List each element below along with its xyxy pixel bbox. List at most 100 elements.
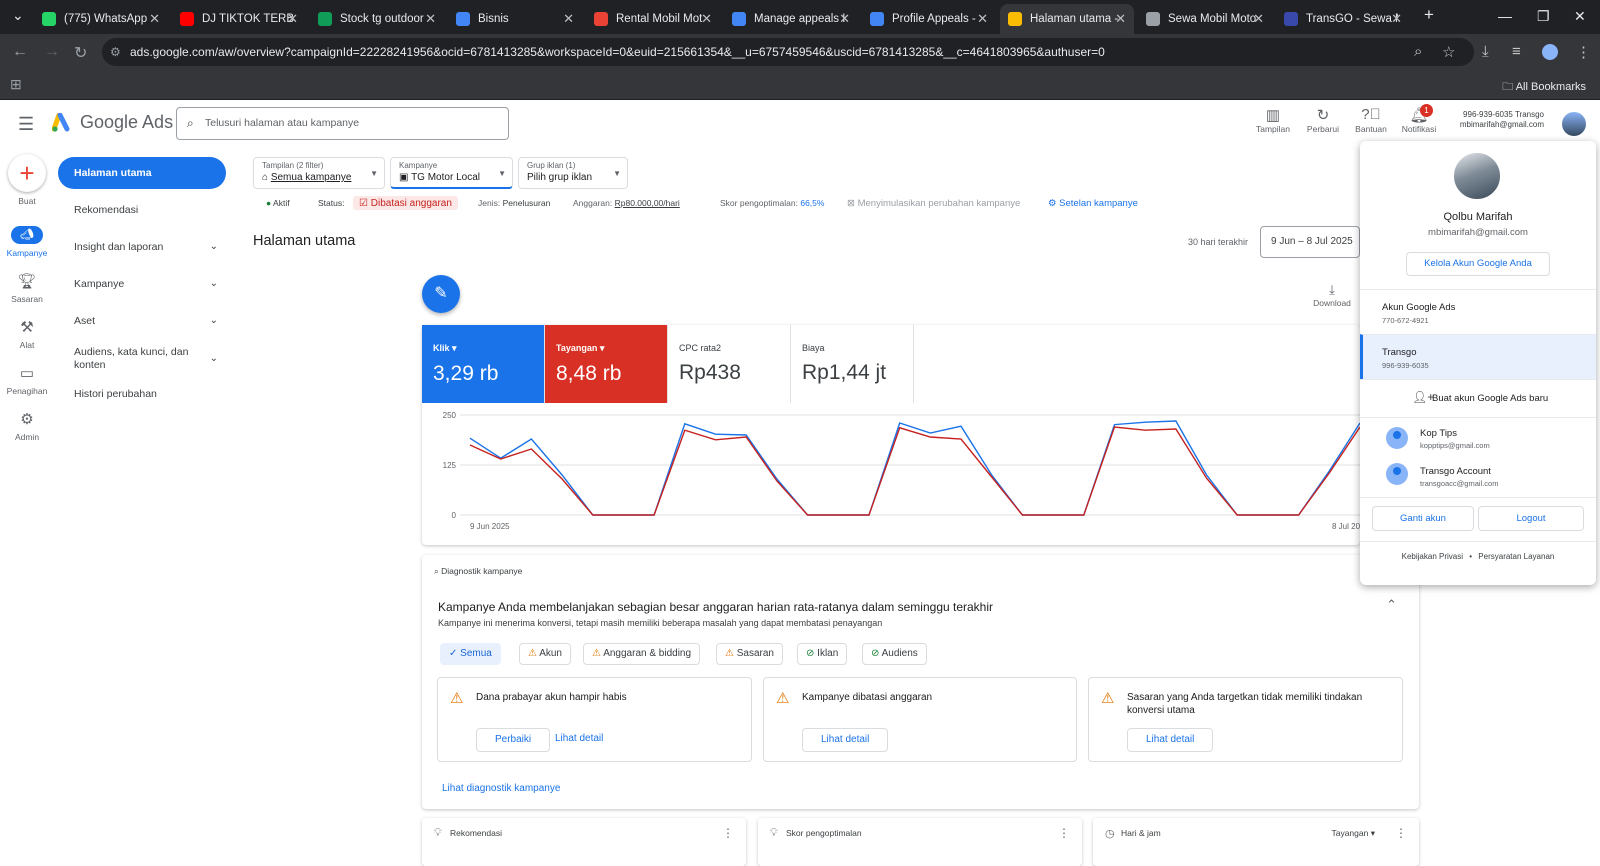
help-button[interactable]: ?⃝ Bantuan	[1346, 106, 1396, 134]
notifications-button[interactable]: 🔔︎ 1 Notifikasi	[1394, 104, 1444, 134]
minimize-icon[interactable]: —	[1498, 8, 1512, 24]
browser-tab[interactable]: (775) WhatsApp ✕	[34, 4, 168, 34]
user-row-kop-tips[interactable]: Kop Tips kopptips@gmail.com	[1360, 417, 1596, 457]
chip-ads[interactable]: ⊘ Iklan	[797, 643, 848, 665]
rail-item-tools[interactable]: ⚒ Alat	[0, 318, 54, 350]
adgroup-filter[interactable]: Grup iklan (1) Pilih grup iklan ▼	[518, 157, 628, 189]
create-button[interactable]: +	[8, 154, 46, 192]
view-diagnostics-link[interactable]: Lihat diagnostik kampanye	[442, 783, 560, 794]
view-detail-button[interactable]: Lihat detail	[1127, 728, 1214, 752]
tab-close-icon[interactable]: ✕	[839, 11, 850, 27]
menu-icon[interactable]: ☰	[18, 114, 34, 135]
browser-tab[interactable]: Rental Mobil Mot ✕	[586, 4, 720, 34]
browser-tab[interactable]: Profile Appeals - ✕	[862, 4, 996, 34]
nav-item-campaigns[interactable]: Kampanye ⌄	[58, 278, 226, 290]
browser-tab[interactable]: Stock tg outdoor ✕	[310, 4, 444, 34]
reload-icon[interactable]: ↻	[74, 43, 87, 63]
profile-icon[interactable]	[1542, 44, 1558, 60]
tab-close-icon[interactable]: ✕	[1253, 11, 1264, 27]
metric-clicks[interactable]: Klik ▾ 3,29 rb	[422, 325, 545, 403]
user-row-transgo-account[interactable]: Transgo Account transgoacc@gmail.com	[1360, 457, 1596, 495]
account-row-transgo[interactable]: Transgo 996-939-6035	[1360, 334, 1596, 379]
bookmark-star-icon[interactable]: ☆	[1442, 43, 1455, 61]
terms-link[interactable]: Persyaratan Layanan	[1478, 552, 1554, 561]
download-button[interactable]: ⤓ Download	[1310, 282, 1354, 308]
tab-close-icon[interactable]: ✕	[563, 11, 574, 27]
nav-item-assets[interactable]: Aset ⌄	[58, 315, 226, 327]
metric-cpc[interactable]: CPC rata2 Rp438	[668, 325, 791, 403]
view-detail-button[interactable]: Lihat detail	[802, 728, 889, 752]
kebab-menu-icon[interactable]: ⋮	[1058, 826, 1070, 840]
kebab-menu-icon[interactable]: ⋮	[1395, 826, 1407, 840]
restore-icon[interactable]: ❐	[1537, 8, 1550, 25]
all-bookmarks[interactable]: 🗀 All Bookmarks	[1502, 78, 1586, 97]
browser-tab[interactable]: Manage appeals I ✕	[724, 4, 858, 34]
kebab-menu-icon[interactable]: ⋮	[722, 826, 734, 840]
privacy-link[interactable]: Kebijakan Privasi	[1402, 552, 1463, 561]
tab-close-icon[interactable]: ✕	[149, 11, 160, 27]
campaign-filter[interactable]: Kampanye ▣ TG Motor Local ▼	[390, 157, 513, 189]
account-info[interactable]: 996-939-6035 Transgo mbimarifah@gmail.co…	[1460, 110, 1544, 130]
browser-tab[interactable]: DJ TIKTOK TERBAI✕	[172, 4, 306, 34]
browser-tab[interactable]: Halaman utama - ✕	[1000, 4, 1134, 34]
avatar[interactable]	[1562, 112, 1586, 136]
metric-dropdown[interactable]: Tayangan ▾	[1331, 828, 1375, 839]
tab-close-icon[interactable]: ✕	[701, 11, 712, 27]
campaign-settings-link[interactable]: ⚙ Setelan kampanye	[1048, 198, 1138, 212]
opt-score[interactable]: Skor pengoptimalan: 66,5%	[720, 198, 824, 212]
nav-item-audiences[interactable]: Audiens, kata kunci, dan konten ⌄	[58, 346, 226, 372]
back-icon[interactable]: ←	[12, 43, 28, 61]
nav-item-recommendations[interactable]: Rekomendasi	[58, 204, 226, 216]
tab-close-icon[interactable]: ✕	[977, 11, 988, 27]
tab-close-icon[interactable]: ✕	[287, 11, 298, 27]
new-tab-button[interactable]: +	[1424, 5, 1434, 25]
site-info-icon[interactable]: ⚙	[110, 38, 121, 66]
window-close-icon[interactable]: ✕	[1574, 8, 1586, 25]
browser-tab[interactable]: TransGO - Sewa M ✕	[1276, 4, 1410, 34]
browser-tab[interactable]: Sewa Mobil Moto ✕	[1138, 4, 1272, 34]
view-detail-link[interactable]: Lihat detail	[555, 733, 603, 744]
search-input[interactable]: ⌕ Telusuri halaman atau kampanye	[176, 107, 509, 140]
google-ads-logo[interactable]: Google Ads	[52, 112, 173, 133]
rail-item-campaigns[interactable]: 📣︎ Kampanye	[0, 226, 54, 258]
tab-search-icon[interactable]: ⌄	[12, 7, 24, 24]
metric-cost[interactable]: Biaya Rp1,44 jt	[791, 325, 914, 403]
nav-item-history[interactable]: Histori perubahan	[58, 388, 226, 400]
fix-button[interactable]: Perbaiki	[476, 728, 551, 752]
account-row-google-ads[interactable]: Akun Google Ads 770-672-4921	[1360, 289, 1596, 334]
chip-audiences[interactable]: ⊘ Audiens	[862, 643, 927, 665]
apps-grid-icon[interactable]: ⊞	[10, 76, 22, 93]
collapse-chevron-icon[interactable]: ⌃	[1386, 597, 1397, 613]
switch-account-button[interactable]: Ganti akun	[1372, 506, 1474, 531]
zoom-icon[interactable]: ⌕	[1414, 43, 1422, 60]
create-account-row[interactable]: 👤︎+ Buat akun Google Ads baru	[1360, 379, 1596, 417]
download-icon[interactable]: ⤓	[1482, 43, 1489, 60]
date-range-picker[interactable]: 9 Jun – 8 Jul 2025	[1260, 226, 1360, 258]
url-field[interactable]: ⚙ ads.google.com/aw/overview?campaignId=…	[102, 38, 1474, 66]
edit-button[interactable]: ✎	[422, 275, 460, 313]
manage-account-button[interactable]: Kelola Akun Google Anda	[1406, 252, 1550, 276]
tab-close-icon[interactable]: ✕	[1115, 11, 1126, 27]
nav-item-home[interactable]: Halaman utama	[58, 157, 226, 189]
browser-tab[interactable]: Bisnis ✕	[448, 4, 582, 34]
metric-impressions[interactable]: Tayangan ▾ 8,48 rb	[545, 325, 668, 403]
nav-item-insights[interactable]: Insight dan laporan ⌄	[58, 241, 226, 253]
rail-item-goals[interactable]: 🏆︎ Sasaran	[0, 272, 54, 304]
media-icon[interactable]: ≡	[1512, 43, 1521, 60]
chip-account[interactable]: ⚠ Akun	[519, 643, 571, 665]
chip-all[interactable]: ✓ Semua	[440, 643, 501, 665]
rail-item-admin[interactable]: ⚙ Admin	[0, 410, 54, 442]
chip-goals[interactable]: ⚠ Sasaran	[716, 643, 783, 665]
view-filter[interactable]: Tampilan (2 filter) ⌂ Semua kampanye ▼	[253, 157, 385, 189]
forward-icon[interactable]: →	[44, 43, 60, 61]
logout-button[interactable]: Logout	[1478, 506, 1584, 531]
simulate-link[interactable]: ⊠ Menyimulasikan perubahan kampanye	[847, 198, 1020, 212]
status-badge[interactable]: ☑ Dibatasi anggaran	[353, 196, 458, 210]
tab-close-icon[interactable]: ✕	[425, 11, 436, 27]
budget-info[interactable]: Anggaran: Rp80.000,00/hari	[573, 198, 680, 212]
view-button[interactable]: ▥ Tampilan	[1248, 106, 1298, 134]
refresh-button[interactable]: ↻ Perbarui	[1298, 106, 1348, 134]
tab-close-icon[interactable]: ✕	[1391, 11, 1402, 27]
rail-item-billing[interactable]: ▭ Penagihan	[0, 364, 54, 396]
kebab-menu-icon[interactable]: ⋮	[1576, 43, 1591, 61]
